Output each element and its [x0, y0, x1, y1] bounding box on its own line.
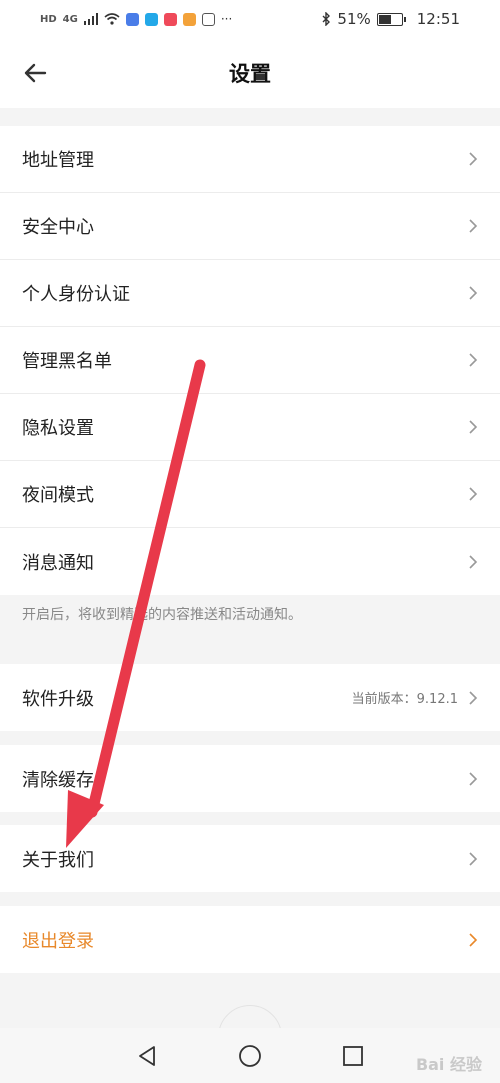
row-right	[468, 218, 478, 234]
row-right	[468, 151, 478, 167]
search-app-icon	[144, 12, 158, 26]
row-label: 清除缓存	[22, 769, 94, 791]
clock: 12:51	[416, 10, 460, 28]
row-night-mode[interactable]: 夜间模式	[0, 461, 500, 528]
status-right: 51% 12:51	[322, 10, 460, 28]
hand-app-icon	[201, 12, 215, 26]
row-privacy[interactable]: 隐私设置	[0, 394, 500, 461]
watermark: Bai 经验	[416, 1051, 482, 1075]
row-logout[interactable]: 退出登录	[0, 906, 500, 973]
more-notifications-icon: ···	[220, 12, 233, 26]
row-right	[468, 771, 478, 787]
chevron-right-icon	[469, 487, 478, 501]
row-label: 夜间模式	[22, 485, 94, 506]
row-label: 管理黑名单	[22, 351, 112, 372]
chevron-right-icon	[469, 690, 478, 705]
row-right	[468, 419, 478, 435]
row-right	[468, 554, 478, 570]
settings-group-main: 地址管理 安全中心 个人身份认证 管理黑名单 隐私设置 夜间模式 消息通知	[0, 126, 500, 595]
nav-home-icon[interactable]	[238, 1044, 262, 1068]
settings-group-cache: 清除缓存	[0, 745, 500, 812]
chevron-right-icon	[469, 932, 478, 947]
store-app-icon	[182, 12, 196, 26]
logout-label: 退出登录	[22, 930, 94, 952]
row-label: 关于我们	[22, 849, 94, 871]
row-right: 当前版本：9.12.1	[352, 688, 478, 707]
video-app-icon	[163, 12, 177, 26]
settings-group-about: 关于我们	[0, 825, 500, 892]
nav-recents-icon[interactable]	[342, 1045, 364, 1067]
chevron-right-icon	[469, 420, 478, 434]
chevron-right-icon	[469, 286, 478, 300]
row-notify[interactable]: 消息通知	[0, 528, 500, 595]
music-app-icon	[125, 12, 139, 26]
back-button[interactable]	[18, 56, 52, 90]
back-arrow-icon	[24, 63, 47, 83]
notify-hint: 开启后，将收到精选的内容推送和活动通知。	[22, 607, 302, 623]
chevron-right-icon	[469, 554, 478, 569]
settings-group-logout: 退出登录	[0, 906, 500, 973]
row-address[interactable]: 地址管理	[0, 126, 500, 193]
watermark-logo: Bai 经验	[415, 1055, 482, 1074]
row-right	[468, 932, 478, 948]
row-label: 地址管理	[22, 150, 94, 171]
row-security[interactable]: 安全中心	[0, 193, 500, 260]
battery-percent: 51%	[337, 10, 371, 28]
row-label: 安全中心	[22, 217, 94, 238]
chevron-right-icon	[469, 771, 478, 786]
wifi-icon	[104, 13, 120, 25]
chevron-right-icon	[469, 219, 478, 233]
app-header: 设置	[0, 38, 500, 108]
battery-icon	[376, 12, 406, 26]
status-left: HD 4G ···	[40, 12, 232, 26]
bluetooth-icon	[322, 12, 331, 26]
signal-icon	[83, 13, 98, 25]
chevron-right-icon	[469, 851, 478, 866]
row-upgrade[interactable]: 软件升级 当前版本：9.12.1	[0, 664, 500, 731]
row-blacklist[interactable]: 管理黑名单	[0, 327, 500, 394]
settings-group-upgrade: 软件升级 当前版本：9.12.1	[0, 664, 500, 731]
network-type: 4G	[62, 13, 78, 25]
current-version: 当前版本：9.12.1	[351, 692, 458, 707]
row-right	[468, 851, 478, 867]
row-clear-cache[interactable]: 清除缓存	[0, 745, 500, 812]
row-identity[interactable]: 个人身份认证	[0, 260, 500, 327]
row-label: 隐私设置	[22, 418, 94, 439]
row-right	[468, 285, 478, 301]
nav-back-icon[interactable]	[136, 1045, 158, 1067]
hd-indicator: HD	[40, 13, 57, 25]
page-title: 设置	[229, 62, 271, 86]
row-label: 消息通知	[22, 552, 94, 574]
status-bar: HD 4G ··· 51% 12:51	[0, 0, 500, 38]
row-right	[468, 486, 478, 502]
row-about[interactable]: 关于我们	[0, 825, 500, 892]
row-label: 个人身份认证	[22, 284, 130, 305]
chevron-right-icon	[469, 152, 478, 166]
row-right	[468, 352, 478, 368]
chevron-right-icon	[469, 353, 478, 367]
row-label: 软件升级	[22, 688, 94, 710]
